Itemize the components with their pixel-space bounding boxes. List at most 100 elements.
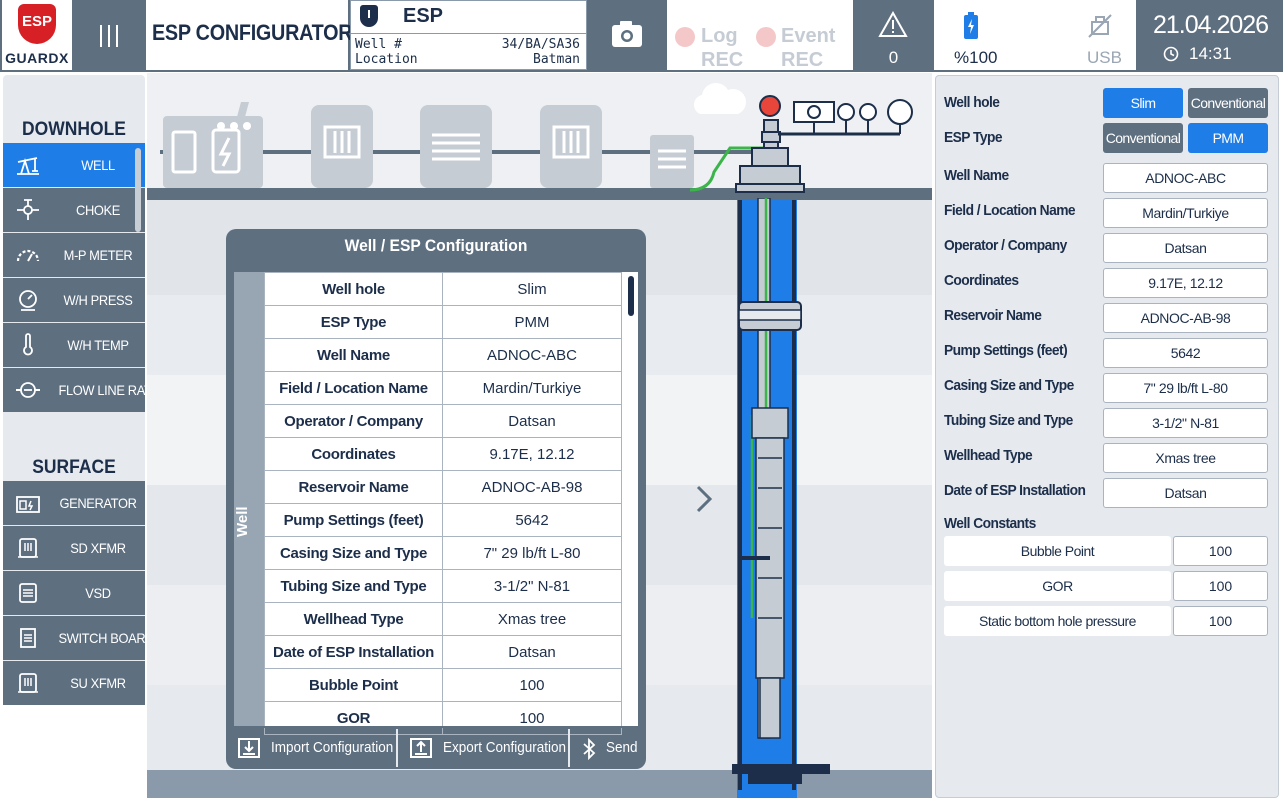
table-row: Field / Location Name Mardin/Turkiye [264,371,622,405]
bubble-point-label: Bubble Point [944,536,1171,566]
event-rec-line2: REC [781,49,824,71]
sidebar-item-su-xfmr[interactable]: SU XFMR [3,661,145,705]
sidebar-item-label: GENERATOR [59,495,137,511]
bluetooth-icon [583,738,596,760]
static-bhp-field[interactable]: 100 [1173,606,1268,636]
device-header [350,0,587,34]
camera-icon [612,21,642,47]
well-hole-slim-toggle[interactable]: Slim [1103,88,1183,118]
reservoir-name-field[interactable]: ADNOC-AB-98 [1103,303,1268,333]
row-key: ESP Type [264,305,443,339]
sidebar-item-label: M-P METER [63,247,133,263]
table-row: Wellhead Type Xmas tree [264,602,622,636]
sidebar-item-sd-xfmr[interactable]: SD XFMR [3,526,145,570]
export-configuration-button[interactable]: Export Configuration [400,729,567,767]
well-name-field[interactable]: ADNOC-ABC [1103,163,1268,193]
pump-settings-field[interactable]: 5642 [1103,338,1268,368]
static-bhp-label: Static bottom hole pressure [944,606,1171,636]
time-display: 14:31 [1189,44,1232,63]
thermometer-icon [23,333,33,356]
tubing-size-field[interactable]: 3-1/2" N-81 [1103,408,1268,438]
sidebar-item-wh-temp[interactable]: W/H TEMP [3,323,145,367]
sidebar-item-wh-press[interactable]: W/H PRESS [3,278,145,322]
esp-string [732,198,830,784]
flowmeter-icon [16,382,40,398]
sidebar-item-label: SD XFMR [70,540,126,556]
switchboard-icon [650,135,694,188]
alarm-count: 0 [888,48,899,67]
config-table: Well hole Slim ESP Type PMM Well Name ADNOC… [264,272,622,735]
coordinates-field[interactable]: 9.17E, 12.12 [1103,268,1268,298]
table-row: Bubble Point 100 [264,668,622,702]
table-row: Coordinates 9.17E, 12.12 [264,437,622,471]
esp-installation-date-field[interactable]: Datsan [1103,478,1268,508]
field-location-field[interactable]: Mardin/Turkiye [1103,198,1268,228]
battery-level: %100 [954,48,998,67]
sidebar-item-label: WELL [81,157,115,173]
casing-size-field[interactable]: 7" 29 lb/ft L-80 [1103,373,1268,403]
esp-installation-date-label: Date of ESP Installation [944,482,1086,499]
wellhead-type-field[interactable]: Xmas tree [1103,443,1268,473]
clock-icon [1163,46,1179,62]
tubing-size-label: Tubing Size and Type [944,412,1073,429]
operator-field[interactable]: Datsan [1103,233,1268,263]
table-row: ESP Type PMM [264,305,622,339]
well-hole-conventional-toggle[interactable]: Conventional [1188,88,1268,118]
screenshot-button[interactable] [589,0,665,70]
menu-icon [100,25,102,47]
button-divider [568,729,570,767]
import-label: Import Configuration [271,739,394,756]
log-rec-button[interactable]: Log REC [673,12,763,71]
row-value: 9.17E, 12.12 [442,437,622,471]
sidebar-item-label: CHOKE [76,202,120,218]
menu-icon-bar [116,25,118,47]
sidebar-item-switch-board[interactable]: SWITCH BOARD [3,616,155,660]
switchboard-icon [20,628,36,648]
transformer-icon [18,538,38,558]
sidebar-item-label: SWITCH BOARD [58,630,155,646]
reservoir-name-label: Reservoir Name [944,307,1042,324]
table-row: Well hole Slim [264,272,622,306]
casing-size-label: Casing Size and Type [944,377,1074,394]
gor-field[interactable]: 100 [1173,571,1268,601]
sidebar-item-label: W/H PRESS [63,292,133,308]
downhole-heading: DOWNHOLE [22,119,126,140]
row-key: Pump Settings (feet) [264,503,443,537]
sidebar-scrollbar[interactable] [135,148,141,232]
sidebar-item-vsd[interactable]: VSD [3,571,145,615]
sidebar-item-mp-meter[interactable]: M-P METER [3,233,145,277]
vsd-icon [420,105,492,188]
sidebar-item-flow-line-rate[interactable]: FLOW LINE RATE [3,368,160,412]
bubble-point-field[interactable]: 100 [1173,536,1268,566]
gauge-icon [16,249,40,262]
import-configuration-button[interactable]: Import Configuration [230,729,396,767]
row-value: 3-1/2" N-81 [442,569,622,603]
logo-text: GUARDX [5,50,69,66]
generator-icon [16,496,40,513]
button-divider [396,729,398,767]
esp-type-pmm-toggle[interactable]: PMM [1188,123,1268,153]
esp-type-conventional-toggle[interactable]: Conventional [1103,123,1183,153]
usb-icon [1088,14,1112,38]
menu-button[interactable] [74,0,144,70]
sidebar-item-choke[interactable]: CHOKE [3,188,145,232]
well-value: 34/BA/SA36 [501,37,580,52]
sidebar-item-well[interactable]: WELL [3,143,145,187]
row-value: PMM [442,305,622,339]
config-scrollbar[interactable] [628,276,634,316]
row-value: Xmas tree [442,602,622,636]
transformer-icon [18,673,38,693]
chevron-right-icon[interactable] [694,484,714,514]
location-value: Batman [533,52,580,67]
table-row: Pump Settings (feet) 5642 [264,503,622,537]
row-key: Reservoir Name [264,470,443,504]
rec-indicator-icon [756,27,776,47]
alarms-button[interactable]: 0 [855,0,932,70]
event-rec-button[interactable]: Event REC [754,12,850,71]
pressure-icon [19,290,37,311]
sidebar-item-generator[interactable]: GENERATOR [3,481,145,525]
export-icon [410,738,432,758]
import-icon [238,738,260,758]
well-hole-label: Well hole [944,94,1000,111]
send-button[interactable]: Send [572,729,644,767]
